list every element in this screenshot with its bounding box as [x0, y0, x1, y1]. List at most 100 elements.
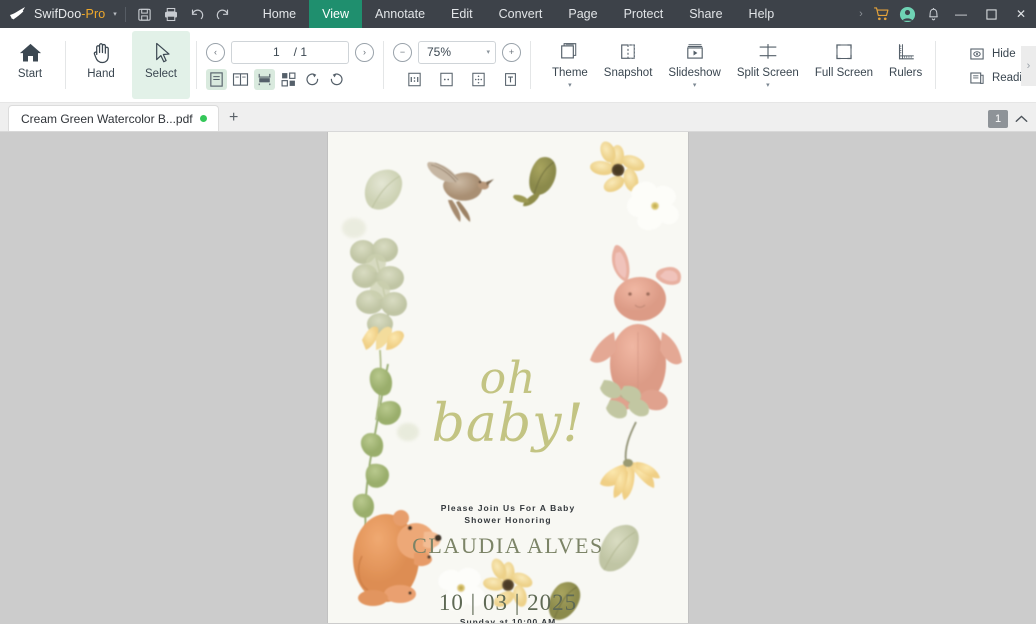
- actual-size-icon[interactable]: [403, 69, 425, 90]
- ribbon-overflow-button[interactable]: ›: [1021, 46, 1036, 86]
- menu-page[interactable]: Page: [555, 0, 610, 28]
- split-screen-dropdown-caret-icon[interactable]: ▾: [766, 82, 770, 89]
- title-bar: SwifDoo-Pro ▾ Home View Annotate Edit Co…: [0, 0, 1036, 28]
- menu-help[interactable]: Help: [736, 0, 788, 28]
- theme-label: Theme: [552, 67, 588, 79]
- invitation-line-1: Please Join Us For A Baby: [440, 503, 576, 513]
- document-tab[interactable]: Cream Green Watercolor B...pdf: [8, 105, 219, 131]
- script-line-2: baby!: [431, 394, 585, 455]
- invitation-line-2: Shower Honoring: [464, 515, 552, 526]
- divider: [530, 41, 531, 89]
- event-date: 10 | 03 | 2025: [438, 590, 578, 615]
- fit-page-icon[interactable]: [467, 69, 489, 90]
- divider: [196, 41, 197, 89]
- document-tab-label: Cream Green Watercolor B...pdf: [21, 111, 193, 126]
- app-branding: SwifDoo-Pro ▾: [0, 6, 119, 22]
- theme-dropdown-caret-icon[interactable]: ▾: [568, 82, 572, 89]
- next-page-button[interactable]: ›: [355, 42, 374, 62]
- user-avatar-icon[interactable]: [894, 0, 920, 28]
- rulers-label: Rulers: [889, 67, 923, 79]
- redo-icon[interactable]: [210, 1, 236, 27]
- chevron-down-icon: ▾: [486, 49, 490, 56]
- slideshow-button[interactable]: Slideshow ▾: [661, 31, 727, 99]
- ribbon-group-tools: Start Hand Select: [0, 28, 202, 102]
- theme-button[interactable]: Theme ▾: [545, 31, 595, 99]
- print-icon[interactable]: [158, 1, 184, 27]
- rulers-button[interactable]: Rulers: [882, 31, 929, 99]
- split-screen-button[interactable]: Split Screen ▾: [730, 31, 806, 99]
- chevron-up-icon[interactable]: [1013, 110, 1030, 128]
- unsaved-changes-dot-icon: [199, 115, 207, 122]
- previous-page-button[interactable]: ‹: [206, 42, 225, 62]
- continuous-scroll-icon[interactable]: [254, 68, 275, 90]
- minimize-button[interactable]: —: [946, 0, 976, 28]
- single-page-icon[interactable]: [206, 68, 227, 90]
- page-indicator-badge[interactable]: 1: [988, 110, 1008, 128]
- zoom-level-select[interactable]: 75% ▾: [418, 40, 496, 64]
- zoom-level-value: 75%: [427, 45, 452, 59]
- hide-toolbar-button[interactable]: Hide: [969, 45, 1022, 62]
- zoom-row: − 75% ▾ +: [393, 40, 521, 64]
- brand-dropdown-caret-icon[interactable]: ▾: [112, 10, 119, 18]
- split-screen-label: Split Screen: [736, 67, 799, 79]
- app-title-text: SwifDoo: [34, 7, 82, 21]
- undo-icon[interactable]: [184, 1, 210, 27]
- start-label: Start: [17, 68, 43, 80]
- divider: [383, 41, 384, 89]
- menu-annotate[interactable]: Annotate: [362, 0, 438, 28]
- full-screen-button[interactable]: Full Screen: [808, 31, 880, 99]
- snapshot-button[interactable]: Snapshot: [597, 31, 660, 99]
- navigation-stack: ‹ 1 / 1 ›: [202, 28, 378, 102]
- start-button[interactable]: Start: [1, 31, 59, 99]
- page-number-input[interactable]: 1 / 1: [231, 40, 349, 64]
- pdf-page-1[interactable]: oh baby! Please Join Us For A Baby Showe…: [328, 132, 688, 623]
- ribbon-group-navigation: ‹ 1 / 1 ›: [202, 28, 389, 102]
- menu-overflow-chevron-icon[interactable]: ›: [854, 0, 868, 28]
- reading-mode-label: Readi: [991, 71, 1022, 84]
- rotate-counterclockwise-icon[interactable]: [326, 69, 347, 90]
- app-title-pro: -Pro: [81, 7, 106, 21]
- maximize-button[interactable]: [976, 0, 1006, 28]
- menu-view[interactable]: View: [309, 0, 362, 28]
- slideshow-dropdown-caret-icon[interactable]: ▾: [693, 82, 697, 89]
- total-pages-label: / 1: [293, 45, 308, 59]
- reading-mode-button[interactable]: Readi: [969, 69, 1022, 86]
- view-mode-row: [206, 68, 374, 90]
- new-tab-button[interactable]: +: [221, 105, 247, 131]
- thumbnail-grid-icon[interactable]: [278, 69, 299, 90]
- olive-leaf-illustration: [513, 156, 557, 207]
- zoom-in-button[interactable]: +: [502, 42, 521, 62]
- hand-tool-button[interactable]: Hand: [72, 31, 130, 99]
- menu-home[interactable]: Home: [250, 0, 309, 28]
- ribbon-group-zoom: − 75% ▾ +: [389, 28, 536, 102]
- reading-mode-icon: [969, 69, 986, 86]
- save-icon[interactable]: [132, 1, 158, 27]
- hide-toolbar-icon: [969, 45, 986, 62]
- full-screen-label: Full Screen: [814, 67, 874, 79]
- script-line-1: oh: [479, 353, 537, 404]
- fit-width-icon[interactable]: [435, 69, 457, 90]
- page-nav-row: ‹ 1 / 1 ›: [206, 40, 374, 64]
- fit-text-icon[interactable]: [499, 69, 521, 90]
- menu-share[interactable]: Share: [676, 0, 735, 28]
- titlebar-right-cluster: › — ✕: [854, 0, 1036, 28]
- pdf-viewer-canvas[interactable]: oh baby! Please Join Us For A Baby Showe…: [0, 132, 1036, 623]
- menu-convert[interactable]: Convert: [486, 0, 556, 28]
- bell-icon[interactable]: [920, 0, 946, 28]
- zoom-out-button[interactable]: −: [393, 42, 412, 62]
- fit-row: [393, 69, 521, 90]
- app-title: SwifDoo-Pro: [34, 7, 105, 21]
- bird-illustration: [427, 162, 494, 222]
- close-button[interactable]: ✕: [1006, 0, 1036, 28]
- menu-protect[interactable]: Protect: [611, 0, 677, 28]
- select-tool-button[interactable]: Select: [132, 31, 190, 99]
- snapshot-label: Snapshot: [603, 67, 653, 79]
- cart-icon[interactable]: [868, 0, 894, 28]
- rotate-clockwise-icon[interactable]: [302, 69, 323, 90]
- menu-edit[interactable]: Edit: [438, 0, 486, 28]
- current-page-value: 1: [272, 45, 280, 59]
- ribbon-right-cluster: Hide Readi: [969, 28, 1022, 103]
- document-tab-strip: Cream Green Watercolor B...pdf + 1: [0, 103, 1036, 132]
- divider: [124, 6, 126, 22]
- two-page-icon[interactable]: [230, 69, 251, 90]
